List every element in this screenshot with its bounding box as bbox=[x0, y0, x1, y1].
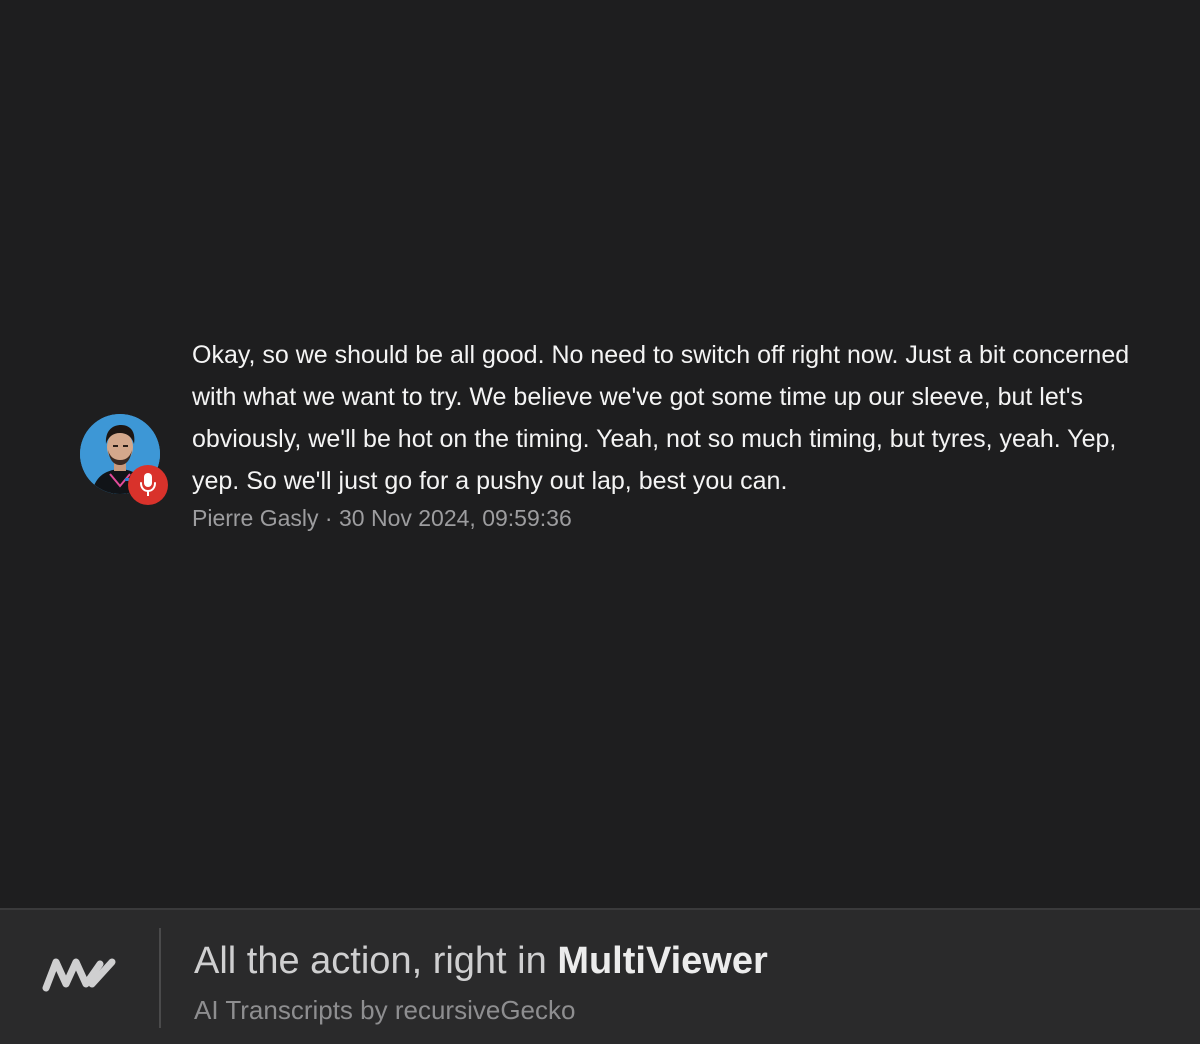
footer-divider bbox=[159, 928, 161, 1028]
message-body: Okay, so we should be all good. No need … bbox=[192, 334, 1132, 534]
footer-subtitle: AI Transcripts by recursiveGecko bbox=[194, 995, 576, 1025]
footer-banner: All the action, right in MultiViewer AI … bbox=[0, 908, 1200, 1044]
footer-title-prefix: All the action, right in bbox=[194, 940, 558, 982]
transcript-area: Okay, so we should be all good. No need … bbox=[0, 0, 1200, 908]
footer-brand-name: MultiViewer bbox=[557, 940, 768, 982]
microphone-icon bbox=[140, 473, 156, 496]
message-meta: Pierre Gasly · 30 Nov 2024, 09:59:36 bbox=[192, 502, 1132, 534]
transcript-text: Okay, so we should be all good. No need … bbox=[192, 341, 1130, 495]
avatar-container bbox=[80, 414, 168, 505]
message-timestamp: 30 Nov 2024, 09:59:36 bbox=[339, 505, 572, 531]
meta-separator: · bbox=[318, 505, 339, 531]
microphone-badge bbox=[128, 465, 168, 505]
footer-title: All the action, right in MultiViewer bbox=[194, 938, 768, 984]
multiviewer-logo-icon bbox=[42, 954, 118, 994]
author-name: Pierre Gasly bbox=[192, 505, 319, 531]
